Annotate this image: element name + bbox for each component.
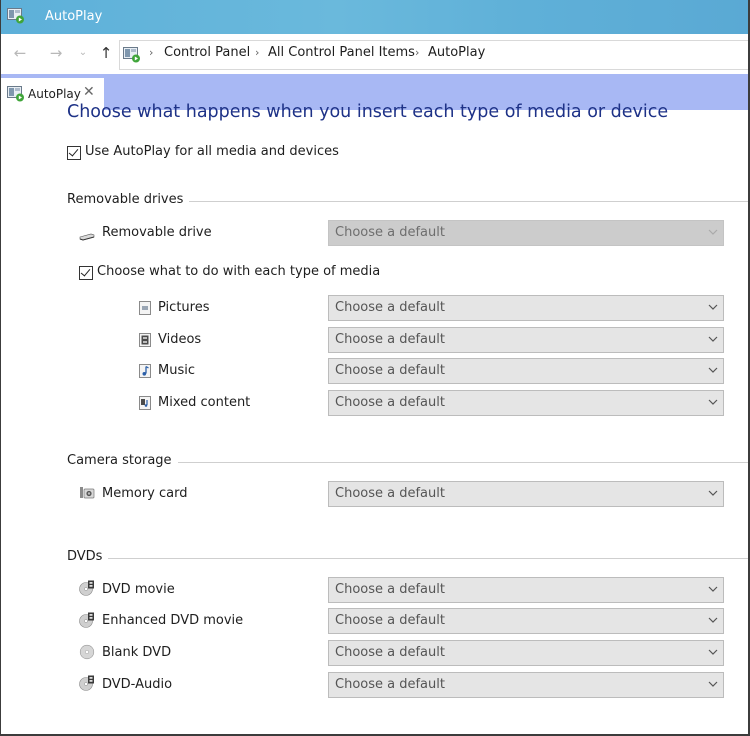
media-type-label[interactable]: Choose what to do with each type of medi… (97, 264, 380, 279)
dvd-audio-label: DVD-Audio (102, 677, 173, 692)
chevron-down-icon (708, 304, 718, 310)
removable-drive-icon (79, 233, 95, 241)
dvd-movie-dropdown[interactable]: Choose a default (328, 577, 724, 603)
dropdown-value: Choose a default (335, 395, 445, 410)
dropdown-value: Choose a default (335, 613, 445, 628)
enhanced-dvd-movie-label: Enhanced DVD movie (102, 613, 244, 628)
breadcrumb-control-panel[interactable]: Control Panel (164, 45, 250, 60)
dropdown-value: Choose a default (335, 300, 445, 315)
videos-dropdown[interactable]: Choose a default (328, 327, 724, 353)
address-bar[interactable]: › Control Panel › All Control Panel Item… (119, 40, 748, 70)
up-button[interactable]: ↑ (96, 44, 116, 62)
dropdown-value: Choose a default (335, 225, 445, 240)
media-type-checkbox[interactable] (79, 266, 93, 280)
dvd-audio-dropdown[interactable]: Choose a default (328, 672, 724, 698)
memory-card-icon (80, 487, 95, 499)
close-tab-icon[interactable]: ✕ (83, 84, 95, 100)
music-dropdown[interactable]: Choose a default (328, 358, 724, 384)
recent-locations-button[interactable]: ⌄ (73, 44, 93, 62)
memory-card-label: Memory card (102, 486, 188, 501)
title-bar: AutoPlay (1, 0, 748, 34)
page-heading: Choose what happens when you insert each… (67, 102, 669, 122)
window-title: AutoPlay (45, 9, 103, 24)
enhanced-dvd-movie-dropdown[interactable]: Choose a default (328, 608, 724, 634)
autoplay-settings-panel: Choose what happens when you insert each… (1, 102, 748, 734)
enhanced-dvd-movie-icon (79, 612, 94, 628)
chevron-down-icon (708, 367, 718, 373)
breadcrumb-separator-icon[interactable]: › (149, 46, 153, 59)
music-icon (139, 364, 151, 378)
dropdown-value: Choose a default (335, 582, 445, 597)
dvd-movie-label: DVD movie (102, 582, 175, 597)
mixed-content-icon (139, 396, 151, 410)
dropdown-value: Choose a default (335, 332, 445, 347)
pictures-dropdown[interactable]: Choose a default (328, 295, 724, 321)
dropdown-value: Choose a default (335, 486, 445, 501)
dropdown-value: Choose a default (335, 363, 445, 378)
chevron-down-icon (708, 336, 718, 342)
group-title-removable-drives: Removable drives (67, 192, 190, 207)
chevron-down-icon (708, 617, 718, 623)
chevron-down-icon (708, 681, 718, 687)
dvd-audio-icon (79, 675, 94, 691)
videos-label: Videos (158, 332, 202, 347)
memory-card-dropdown[interactable]: Choose a default (328, 481, 724, 507)
navigation-bar: ← → ⌄ ↑ › Control Panel › All Control Pa… (1, 34, 748, 74)
removable-drive-label: Removable drive (102, 225, 212, 240)
control-panel-location-icon (123, 47, 140, 63)
chevron-down-icon (708, 586, 718, 592)
back-button[interactable]: ← (10, 44, 30, 62)
breadcrumb-all-control-panel-items[interactable]: All Control Panel Items (268, 45, 415, 60)
removable-drive-dropdown: Choose a default (328, 220, 724, 246)
pictures-icon (139, 301, 151, 315)
dropdown-value: Choose a default (335, 677, 445, 692)
autoplay-window: AutoPlay ← → ⌄ ↑ › Control Panel › All C… (0, 0, 750, 736)
music-label: Music (158, 363, 195, 378)
dropdown-value: Choose a default (335, 645, 445, 660)
group-divider (67, 558, 748, 559)
dvd-movie-icon (79, 580, 94, 596)
blank-dvd-label: Blank DVD (102, 645, 172, 660)
breadcrumb-separator-icon[interactable]: › (415, 46, 419, 59)
pictures-label: Pictures (158, 300, 210, 315)
chevron-down-icon (708, 649, 718, 655)
videos-icon (139, 333, 151, 347)
breadcrumb-autoplay[interactable]: AutoPlay (428, 45, 485, 60)
group-title-camera-storage: Camera storage (67, 453, 178, 468)
blank-dvd-dropdown[interactable]: Choose a default (328, 640, 724, 666)
autoplay-tab-icon (7, 86, 24, 102)
tab-label: AutoPlay (28, 87, 81, 101)
group-title-dvds: DVDs (67, 549, 109, 564)
mixed-content-label: Mixed content (158, 395, 251, 410)
forward-button[interactable]: → (46, 44, 66, 62)
breadcrumb-separator-icon[interactable]: › (255, 46, 259, 59)
autoplay-app-icon (7, 8, 24, 24)
mixed-content-dropdown[interactable]: Choose a default (328, 390, 724, 416)
chevron-down-icon (708, 399, 718, 405)
chevron-down-icon (708, 229, 718, 235)
chevron-down-icon (708, 490, 718, 496)
blank-dvd-icon (79, 644, 95, 660)
use-autoplay-label[interactable]: Use AutoPlay for all media and devices (85, 144, 339, 159)
use-autoplay-checkbox[interactable] (67, 146, 81, 160)
